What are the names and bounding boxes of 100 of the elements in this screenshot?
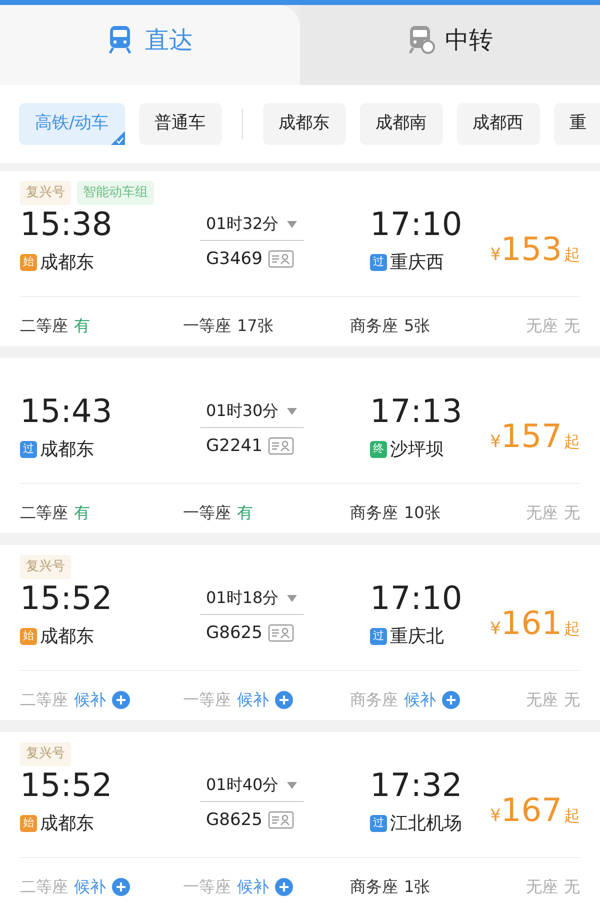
seat-availability: 5张	[404, 314, 430, 336]
seat-availability: 有	[74, 502, 90, 524]
departure-time: 15:43	[20, 392, 114, 430]
filter-chip[interactable]: 成都南	[360, 103, 443, 144]
train-number: G3469	[206, 248, 262, 270]
departure-station: 成都东	[40, 812, 94, 836]
seat-availability: 10张	[404, 502, 440, 524]
seat-class: 无座	[526, 314, 558, 336]
seat-availability: 1张	[404, 876, 430, 898]
arrival-time: 17:10	[370, 578, 464, 616]
train-card[interactable]: 复兴号 智能动车组 15:38 始 成都东 01时32分 G3469 17:10 过 重庆西 ¥153 起 二等座 有 一等座 17张 商务座 5张 无座 无	[0, 170, 600, 346]
arrival-station: 沙坪坝	[390, 438, 444, 462]
departure-station: 成都东	[40, 250, 94, 274]
arrival-time: 17:10	[370, 204, 464, 242]
seat-availability: 无	[564, 876, 580, 898]
seat-availability: 候补	[404, 688, 436, 710]
add-icon[interactable]	[112, 690, 130, 708]
seat-class: 商务座	[350, 502, 398, 524]
id-card-icon	[268, 437, 294, 456]
price-suffix: 起	[564, 430, 580, 452]
id-card-icon	[268, 624, 294, 642]
currency-symbol: ¥	[490, 804, 501, 828]
arrival-time: 17:13	[370, 392, 464, 430]
seat-class: 无座	[526, 688, 558, 710]
price: 167	[500, 790, 562, 830]
train-clock-icon	[407, 25, 435, 55]
station-badge: 终	[370, 440, 387, 458]
duration-dropdown[interactable]: 01时18分	[200, 582, 304, 614]
seat-class: 一等座	[183, 502, 231, 524]
train-card[interactable]: 15:43 过 成都东 01时30分 G2241 17:13 终 沙坪坝 ¥157 起 二等座 有 一等座 有 商务座 10张 无座 无	[0, 358, 600, 532]
seat-class: 一等座	[183, 688, 231, 710]
price-suffix: 起	[564, 618, 580, 640]
price: 153	[500, 228, 562, 270]
add-icon[interactable]	[275, 690, 293, 708]
duration-dropdown[interactable]: 01时40分	[200, 770, 304, 802]
seat-class: 二等座	[20, 314, 68, 336]
seat-availability: 候补	[237, 876, 269, 898]
id-card-icon	[268, 250, 294, 268]
seat-class: 二等座	[20, 876, 68, 898]
train-tag: 复兴号	[20, 742, 71, 766]
arrival-station: 江北机场	[390, 812, 462, 836]
seat-availability: 17张	[237, 314, 274, 336]
arrival-station: 重庆西	[390, 250, 444, 274]
seat-availability: 候补	[237, 688, 269, 710]
filter-chip[interactable]: 普通车	[138, 103, 222, 144]
train-card[interactable]: 复兴号 15:52 始 成都东 01时40分 G8625 17:32 过 江北机场 ¥167 起 二等座 候补 一等座 候补 商务座 1张 无座 无	[0, 732, 600, 903]
departure-time: 15:52	[20, 578, 114, 616]
add-icon[interactable]	[275, 878, 293, 896]
filter-chip[interactable]: 成都西	[456, 103, 540, 144]
station-badge: 过	[20, 440, 37, 458]
seat-availability: 候补	[74, 688, 106, 710]
seat-availability: 无	[564, 502, 580, 524]
price: 157	[500, 416, 562, 456]
seat-availability: 有	[237, 502, 253, 524]
seat-class: 无座	[526, 876, 558, 898]
seat-availability: 无	[564, 314, 580, 336]
departure-time: 15:52	[20, 766, 114, 804]
currency-symbol: ¥	[490, 430, 501, 454]
train-tag: 复兴号	[20, 180, 71, 204]
price-suffix: 起	[564, 804, 580, 826]
station-badge: 过	[370, 628, 387, 644]
currency-symbol: ¥	[490, 618, 501, 640]
departure-station: 成都东	[40, 624, 94, 648]
arrival-station: 重庆北	[390, 624, 444, 648]
seat-class: 二等座	[20, 502, 68, 524]
train-tag: 复兴号	[20, 554, 71, 578]
caret-icon	[286, 782, 297, 788]
filter-chip[interactable]: 重	[554, 103, 600, 144]
station-badge: 过	[370, 254, 387, 270]
train-tag: 智能动车组	[77, 180, 154, 204]
seat-class: 商务座	[350, 688, 398, 710]
add-icon[interactable]	[442, 690, 460, 708]
check-icon	[110, 130, 125, 144]
price-suffix: 起	[564, 244, 580, 266]
station-badge: 过	[370, 814, 387, 832]
train-card[interactable]: 复兴号 15:52 始 成都东 01时18分 G8625 17:10 过 重庆北 ¥161 起 二等座 候补 一等座 候补 商务座 候补 无座 无	[0, 544, 600, 720]
seat-availability: 候补	[74, 876, 106, 898]
seat-class: 商务座	[350, 314, 398, 336]
seat-class: 一等座	[183, 876, 231, 898]
seat-availability: 有	[74, 314, 90, 336]
station-badge: 始	[20, 628, 37, 644]
duration-dropdown[interactable]: 01时32分	[200, 208, 304, 240]
train-number: G2241	[206, 434, 262, 458]
departure-station: 成都东	[40, 438, 94, 462]
currency-symbol: ¥	[490, 244, 501, 266]
caret-icon	[286, 594, 297, 602]
seat-class: 无座	[526, 502, 558, 524]
id-card-icon	[268, 811, 294, 830]
duration-dropdown[interactable]: 01时30分	[200, 396, 304, 428]
filter-chip[interactable]: 成都东	[262, 103, 346, 144]
train-number: G8625	[206, 808, 262, 832]
train-number: G8625	[206, 622, 262, 644]
seat-class: 一等座	[183, 314, 231, 336]
station-badge: 始	[20, 254, 37, 270]
arrival-time: 17:32	[370, 766, 464, 804]
caret-icon	[286, 408, 297, 414]
seat-availability: 无	[564, 688, 580, 710]
seat-class: 商务座	[350, 876, 398, 898]
add-icon[interactable]	[112, 878, 130, 896]
seat-class: 二等座	[20, 688, 68, 710]
